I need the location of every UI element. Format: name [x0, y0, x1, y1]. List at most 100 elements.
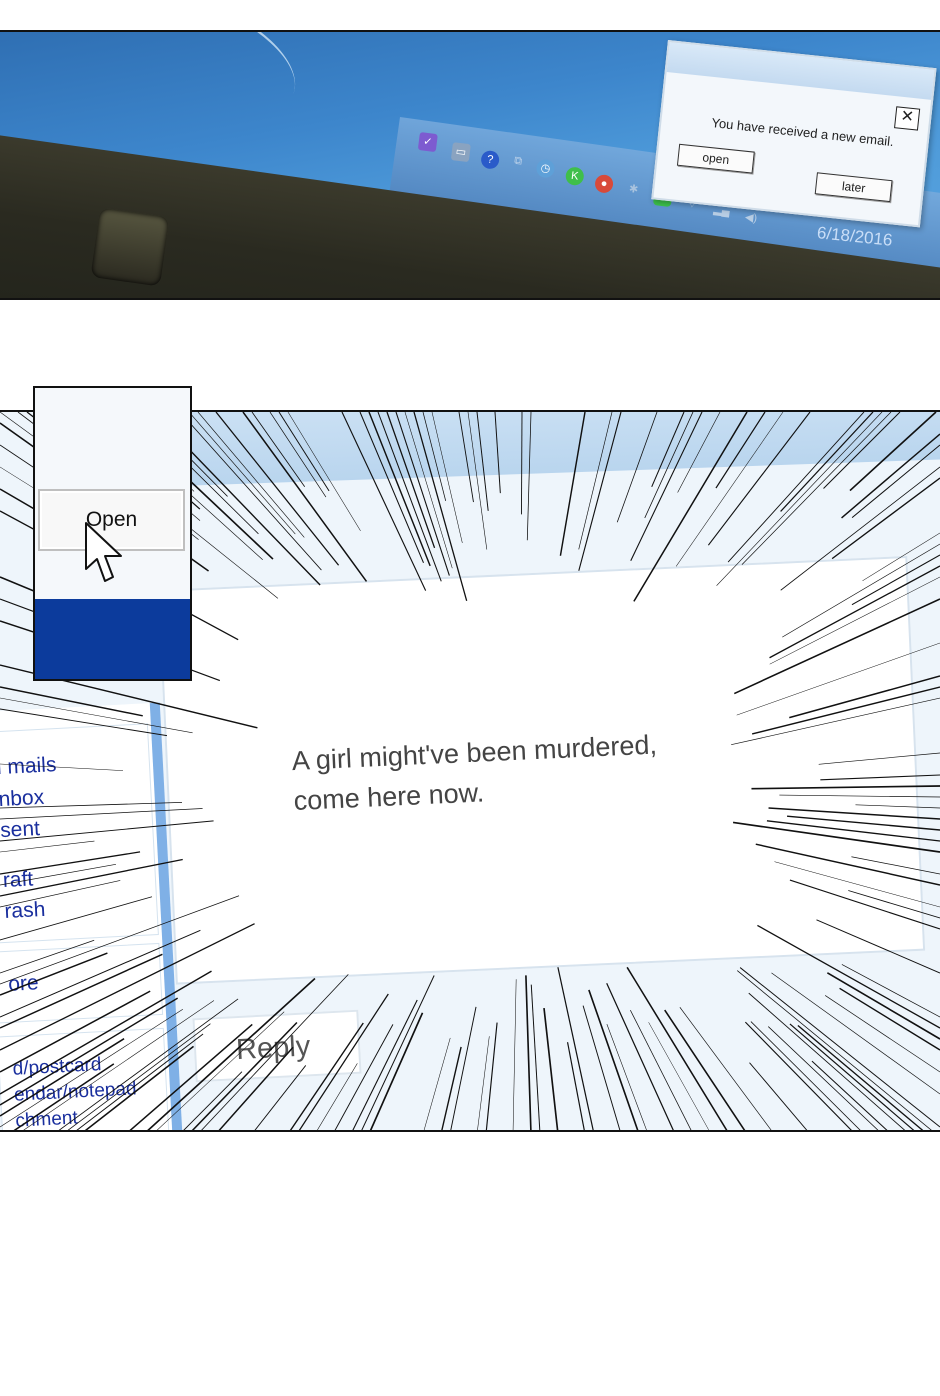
speed-line: [626, 966, 728, 1130]
speed-line: [431, 412, 463, 544]
speed-line: [0, 820, 214, 842]
speed-line: [201, 974, 349, 1130]
taskbar-panel: ✓ ▭ ? ⧉ ◷ K ● ✱ F ⌔ ▂▄ ◀) 10:20 AM 6/18/…: [0, 30, 940, 300]
speed-line: [755, 843, 940, 886]
speed-line: [816, 919, 940, 974]
speed-line: [386, 412, 436, 549]
speed-line: [855, 804, 940, 809]
speed-line: [559, 412, 586, 556]
speed-line: [67, 1023, 211, 1130]
speed-line: [458, 412, 474, 503]
speed-line: [818, 752, 940, 765]
speed-line: [218, 1046, 294, 1130]
speed-line: [423, 1037, 451, 1130]
speed-line: [13, 1063, 115, 1130]
notification-message: You have received a new email.: [710, 115, 895, 150]
speed-line: [629, 1009, 692, 1130]
speed-line: [769, 565, 940, 659]
speed-line: [789, 675, 940, 719]
speed-line: [254, 1065, 307, 1130]
network-icon[interactable]: ⧉: [508, 151, 528, 171]
screen-glare: [27, 32, 313, 153]
speed-line: [289, 1022, 364, 1130]
speed-line: [413, 412, 468, 602]
help-icon[interactable]: ?: [480, 149, 501, 170]
speed-line: [242, 412, 368, 582]
speed-line: [789, 879, 940, 930]
speed-line: [361, 975, 435, 1130]
speed-line: [0, 851, 141, 875]
speed-line: [824, 995, 940, 1073]
speed-line: [862, 532, 940, 582]
speed-line: [0, 1038, 125, 1117]
speed-line: [147, 977, 316, 1130]
speed-line: [156, 1011, 285, 1130]
speed-line: [526, 412, 532, 541]
speed-line: [476, 412, 489, 511]
later-button[interactable]: later: [814, 172, 893, 203]
speed-line: [741, 412, 892, 565]
speed-line: [651, 412, 685, 488]
speed-line: [0, 896, 153, 941]
speed-line: [0, 997, 179, 1106]
speed-line: [0, 686, 143, 717]
mouse-cursor-icon: [85, 522, 122, 582]
notification-titlebar: [666, 42, 935, 100]
speed-line: [606, 1024, 647, 1130]
speed-line: [369, 1012, 424, 1130]
speed-line: [737, 970, 932, 1130]
speed-line: [543, 1007, 559, 1130]
speed-line: [0, 970, 212, 1095]
speed-line: [0, 929, 201, 1018]
speed-line: [334, 1024, 394, 1130]
user-icon[interactable]: ●: [594, 173, 615, 194]
speed-line: [677, 412, 721, 493]
clock-icon[interactable]: ◷: [535, 158, 556, 179]
speed-line: [0, 863, 116, 886]
speed-line: [352, 999, 418, 1130]
speed-line: [494, 412, 501, 494]
context-menu-highlight: [35, 599, 190, 679]
speed-line: [664, 1009, 746, 1130]
speed-line: [530, 984, 541, 1130]
speed-line: [578, 412, 613, 550]
speed-line: [566, 1042, 585, 1130]
speed-line: [251, 412, 306, 487]
speed-line: [287, 412, 361, 531]
new-email-notification: ✕ You have received a new email. open la…: [651, 40, 937, 228]
antivirus-icon[interactable]: K: [564, 166, 585, 187]
speed-line: [716, 412, 883, 586]
close-icon[interactable]: ✕: [894, 106, 921, 131]
speed-line: [578, 412, 622, 571]
speed-line: [485, 1022, 498, 1130]
volume-icon[interactable]: ◀): [741, 208, 761, 228]
speed-line: [826, 972, 940, 1040]
speed-line: [851, 444, 940, 519]
speed-line: [616, 412, 658, 523]
laptop-hinge: [90, 207, 170, 287]
checklist-icon[interactable]: ✓: [417, 132, 438, 153]
speed-line: [0, 923, 255, 1051]
speed-line: [750, 1021, 861, 1130]
speed-line: [557, 967, 594, 1130]
speed-line: [0, 763, 124, 771]
speed-line: [749, 1062, 808, 1130]
speed-line: [0, 808, 203, 820]
speed-line: [512, 979, 517, 1130]
speed-line: [0, 952, 108, 996]
speed-line: [774, 861, 940, 908]
speed-line: [633, 412, 748, 602]
speed-line: [780, 412, 874, 512]
speed-line: [0, 953, 163, 1029]
speed-line: [525, 975, 532, 1130]
keyboard-icon[interactable]: ▭: [450, 142, 471, 163]
speed-line: [521, 412, 523, 515]
open-button[interactable]: open: [676, 143, 755, 174]
shield-outline-icon[interactable]: ✱: [624, 179, 644, 199]
speed-line: [727, 412, 865, 563]
speed-line: [0, 858, 183, 897]
speed-line: [450, 1006, 477, 1130]
speed-line: [820, 774, 940, 781]
speed-line: [606, 983, 674, 1130]
speed-line: [779, 794, 940, 798]
